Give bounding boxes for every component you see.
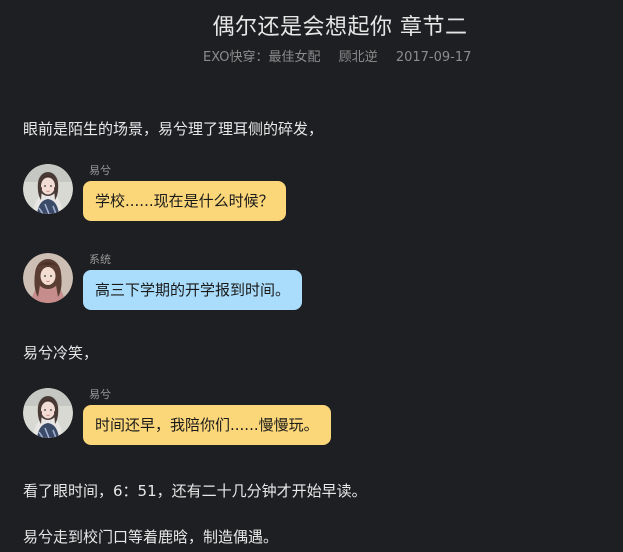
chapter-title: 偶尔还是会想起你 章节二	[212, 15, 468, 40]
book-category-link[interactable]: EXO快穿：最佳女配	[203, 50, 321, 65]
avatar	[23, 388, 73, 438]
girl-portrait-icon	[23, 253, 73, 303]
story-paragraph: 易兮冷笑，	[23, 344, 99, 362]
speaker-name: 易兮	[89, 388, 111, 401]
chat-message: 易兮 学校......现在是什么时候？	[23, 162, 613, 222]
avatar	[23, 164, 73, 214]
chat-bubble: 时间还早，我陪你们......慢慢玩。	[83, 405, 331, 445]
speaker-name: 系统	[89, 253, 111, 266]
author-link[interactable]: 顾北逆	[339, 50, 378, 65]
story-paragraph: 看了眼时间，6：51，还有二十几分钟才开始早读。	[23, 482, 367, 500]
chat-message: 易兮 时间还早，我陪你们......慢慢玩。	[23, 386, 613, 446]
chat-bubble: 学校......现在是什么时候？	[83, 181, 286, 221]
avatar	[23, 253, 73, 303]
chat-bubble: 高三下学期的开学报到时间。	[83, 270, 303, 310]
story-paragraph: 易兮走到校门口等着鹿晗，制造偶遇。	[23, 528, 279, 546]
story-paragraph: 眼前是陌生的场景，易兮理了理耳侧的碎发，	[23, 120, 324, 138]
publish-date: 2017-09-17	[395, 50, 472, 65]
speaker-name: 易兮	[89, 164, 111, 177]
girl-portrait-icon	[23, 164, 73, 214]
girl-portrait-icon	[23, 388, 73, 438]
chat-message: 系统 高三下学期的开学报到时间。	[23, 251, 613, 311]
chapter-meta: EXO快穿：最佳女配 顾北逆 2017-09-17	[203, 46, 471, 65]
